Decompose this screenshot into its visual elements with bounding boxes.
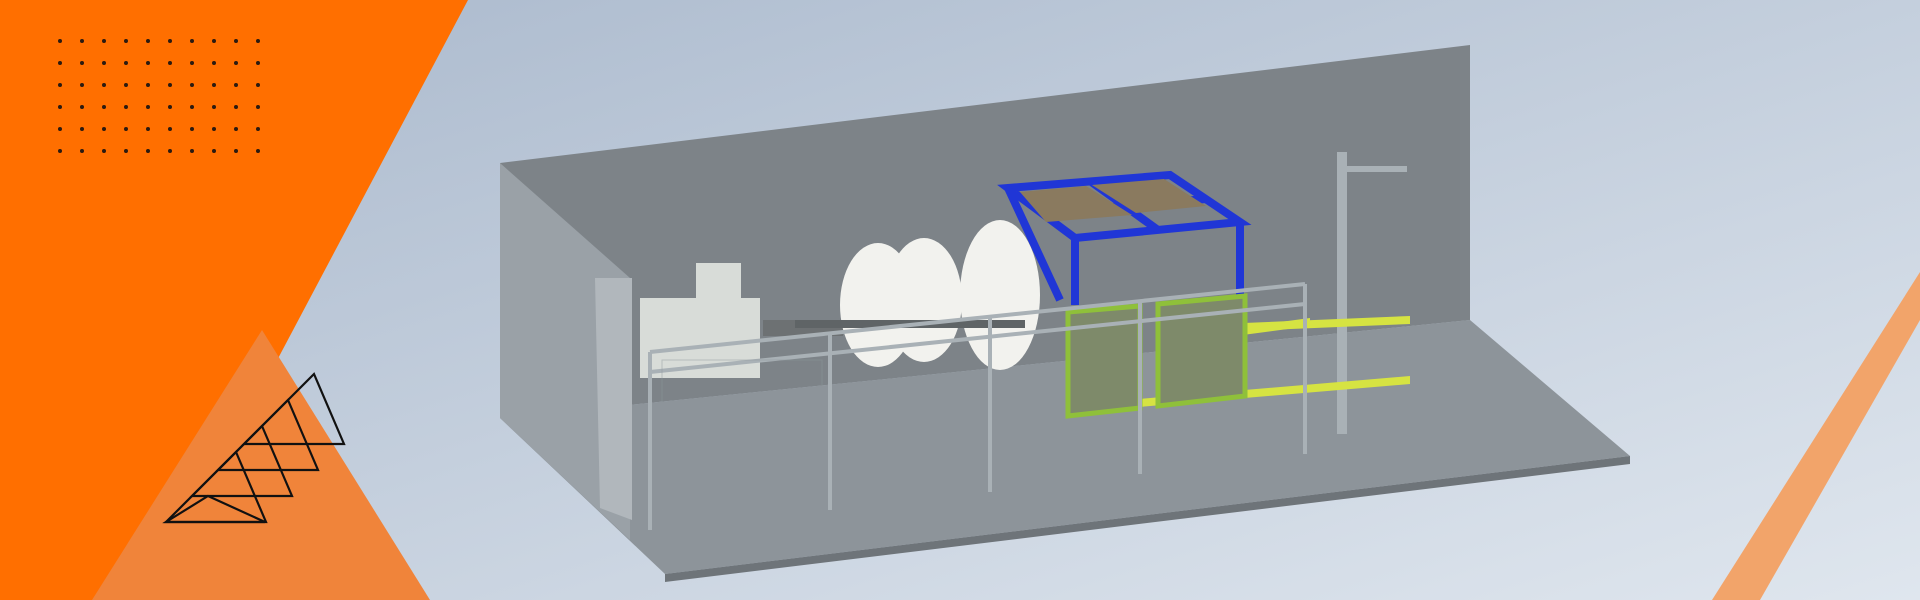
machine-scene: [500, 45, 1630, 582]
right-doorframe: [1337, 152, 1347, 434]
right-doorframe-top: [1347, 166, 1407, 172]
room-doorway: [595, 278, 632, 520]
